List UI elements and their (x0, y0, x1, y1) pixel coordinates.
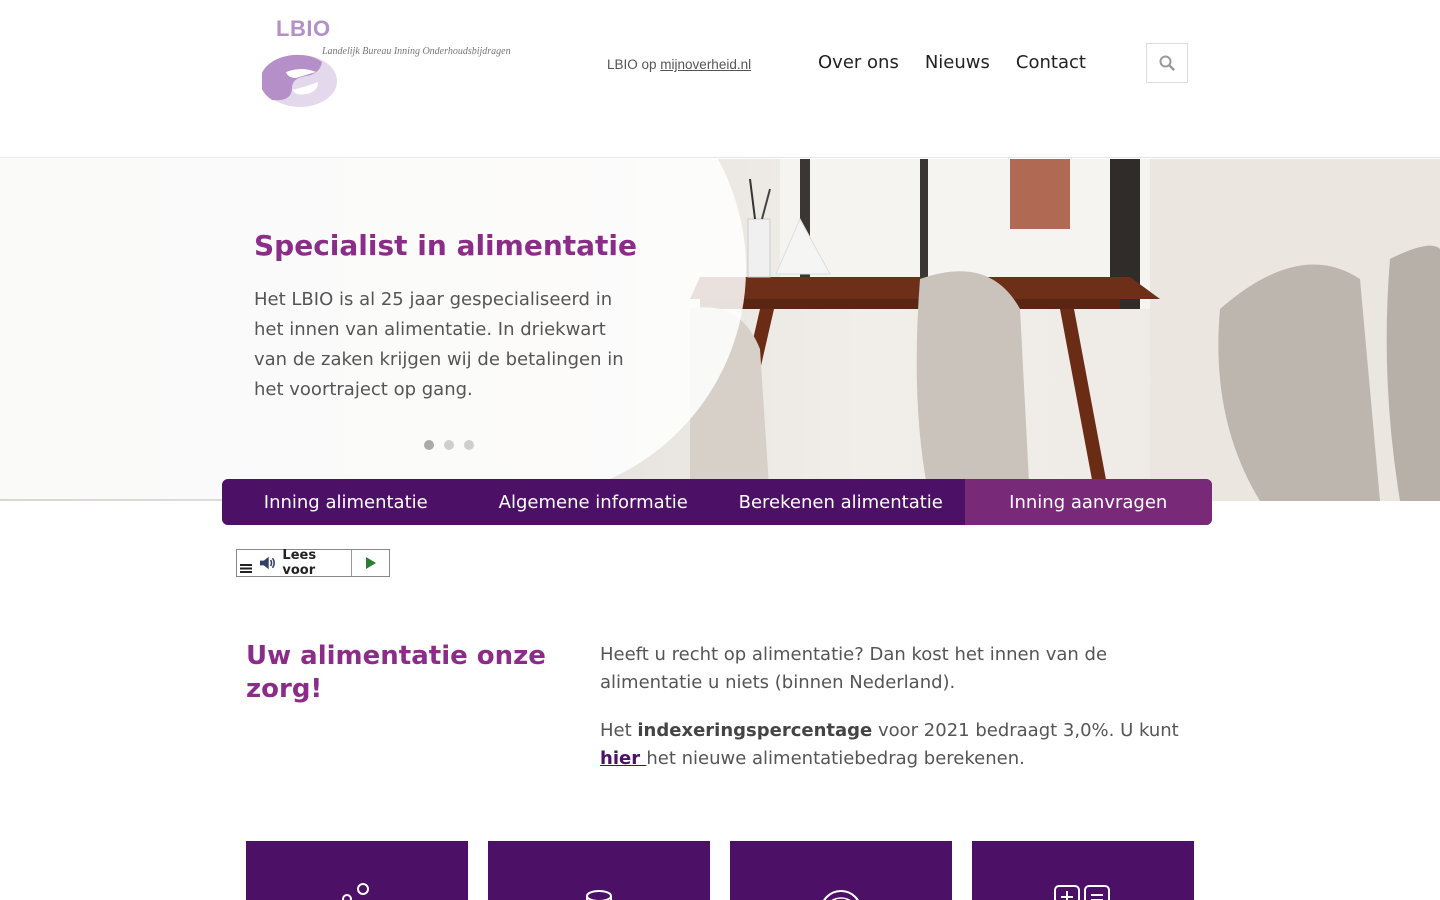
speaker-icon (259, 556, 276, 570)
logo-title: LBIO (276, 16, 331, 41)
slider-dot-1[interactable] (424, 440, 434, 450)
mijnoverheid-prefix: LBIO op (607, 57, 657, 72)
globe-icon (823, 890, 859, 900)
hero-slider: Specialist in alimentatie Het LBIO is al… (0, 159, 1440, 501)
mijnoverheid-notice: LBIO op mijnoverheid.nl (607, 57, 751, 72)
coins-icon (586, 890, 612, 900)
content-text: Heeft u recht op alimentatie? Dan kost h… (600, 641, 1200, 793)
service-tiles (246, 841, 1194, 900)
indexering-term: indexeringspercentage (637, 720, 873, 741)
logo-emblem-icon (262, 54, 337, 107)
content-paragraph-1: Heeft u recht op alimentatie? Dan kost h… (600, 644, 1108, 693)
hero-text: Het LBIO is al 25 jaar gespecialiseerd i… (254, 289, 624, 400)
search-icon (1159, 55, 1175, 71)
tile-1[interactable] (246, 841, 468, 900)
nav-nieuws[interactable]: Nieuws (925, 52, 990, 73)
nav-over-ons[interactable]: Over ons (818, 52, 899, 73)
top-nav: Over ons Nieuws Contact (818, 52, 1086, 73)
tile-4[interactable] (972, 841, 1194, 900)
play-button[interactable] (352, 550, 389, 576)
logo-subtitle: Landelijk Bureau Inning Onderhoudsbijdra… (322, 46, 511, 57)
slider-dot-3[interactable] (464, 440, 474, 450)
tile-2[interactable] (488, 841, 710, 900)
site-header: LBIO Landelijk Bureau Inning Onderhoudsb… (0, 0, 1440, 158)
nav-contact[interactable]: Contact (1016, 52, 1086, 73)
calculator-icon (1054, 885, 1110, 900)
mainnav-berekenen-alimentatie[interactable]: Berekenen alimentatie (717, 479, 965, 525)
mijnoverheid-link[interactable]: mijnoverheid.nl (660, 57, 751, 72)
tile-3[interactable] (730, 841, 952, 900)
p2-prefix: Het (600, 720, 638, 741)
content-title: Uw alimentatie onze zorg! (246, 641, 546, 704)
search-button[interactable] (1146, 43, 1188, 83)
hier-link[interactable]: hier (600, 748, 646, 769)
content-paragraph-2: Het indexeringspercentage voor 2021 bedr… (600, 717, 1200, 773)
mainnav-inning-alimentatie[interactable]: Inning alimentatie (222, 479, 470, 525)
hero-title: Specialist in alimentatie (254, 229, 638, 262)
mainnav-algemene-informatie[interactable]: Algemene informatie (470, 479, 718, 525)
slider-dot-2[interactable] (444, 440, 454, 450)
mainnav-inning-aanvragen[interactable]: Inning aanvragen (964, 479, 1212, 525)
menu-icon[interactable] (240, 563, 252, 573)
play-icon (365, 557, 376, 569)
lees-voor-button[interactable]: Lees voor (237, 548, 352, 578)
readspeaker-widget: Lees voor (236, 548, 390, 578)
slider-dots (424, 440, 474, 450)
lees-voor-label: Lees voor (282, 548, 317, 578)
main-nav: Inning alimentatie Algemene informatie B… (222, 479, 1212, 525)
p2-middle: voor 2021 bedraagt 3,0%. U kunt (872, 720, 1179, 741)
people-icon (342, 883, 369, 900)
lbio-logo[interactable]: LBIO Landelijk Bureau Inning Onderhoudsb… (262, 16, 542, 112)
p2-suffix: het nieuwe alimentatiebedrag berekenen. (646, 748, 1025, 769)
